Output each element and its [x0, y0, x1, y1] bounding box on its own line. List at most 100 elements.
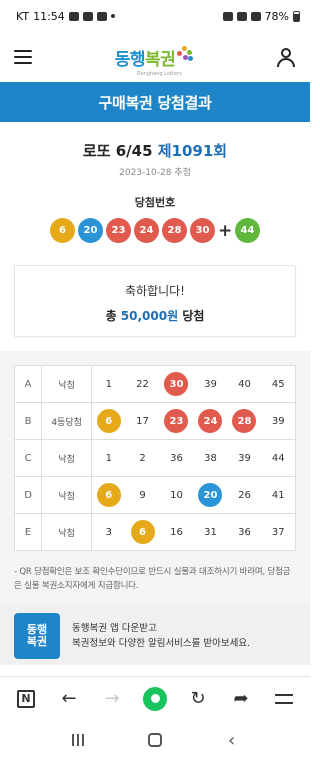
- ticket-row-a: A 낙첨 1 22 30 39 40 45: [13, 365, 297, 403]
- wifi-icon: [236, 11, 247, 21]
- bonus-ball: 44: [235, 218, 260, 243]
- winning-ball: 24: [134, 218, 159, 243]
- ticket-number-cell: 45: [261, 365, 297, 403]
- promo-text: 동행복권 앱 다운받고 복권정보와 다양한 알림서비스를 받아보세요.: [72, 621, 250, 651]
- menu-icon[interactable]: [14, 50, 32, 64]
- reload-button[interactable]: ↻: [184, 685, 212, 713]
- ticket-number: 44: [271, 452, 285, 464]
- forward-arrow-icon: →: [104, 688, 120, 709]
- naver-home-button[interactable]: N: [12, 685, 40, 713]
- logo[interactable]: 동행복권 Donghang Lottery: [115, 45, 194, 77]
- green-dot-button[interactable]: [141, 685, 169, 713]
- ticket-number: 38: [204, 452, 217, 464]
- ticket-id: D: [13, 476, 43, 514]
- ticket-number: 31: [204, 526, 217, 538]
- ticket-number-cell: 44: [261, 439, 297, 477]
- ticket-number-cell: 38: [193, 439, 228, 477]
- recent-apps-icon: [72, 734, 85, 746]
- ticket-row-d: D 낙첨 6 9 10 20 26 41: [13, 476, 297, 514]
- matched-number: 24: [198, 409, 223, 433]
- share-icon: ➦: [233, 688, 249, 709]
- carrier-label: KT: [16, 9, 30, 23]
- green-dot-icon: [143, 686, 167, 711]
- ticket-id: B: [13, 402, 43, 440]
- winning-ball: 20: [78, 218, 103, 243]
- ticket-results-section: A 낙첨 1 22 30 39 40 45 B 4등당첨 6 17 23 24 28 39 C 낙첨 1 2 36 38 3…: [0, 351, 310, 605]
- back-button[interactable]: ←: [55, 685, 83, 713]
- battery-percent: 78%: [264, 9, 289, 23]
- ticket-number-cell: 36: [227, 513, 262, 551]
- home-button[interactable]: [143, 728, 167, 752]
- matched-number: 6: [96, 483, 121, 507]
- logo-subtitle: Donghang Lottery: [136, 70, 182, 77]
- promo-line-1: 동행복권 앱 다운받고: [72, 622, 157, 634]
- share-button[interactable]: ➦: [227, 685, 255, 713]
- home-icon: [147, 733, 162, 747]
- app-download-promo[interactable]: 동행 복권 동행복권 앱 다운받고 복권정보와 다양한 알림서비스를 받아보세요.: [0, 605, 310, 665]
- prize-prefix: 총: [105, 309, 117, 323]
- ticket-number-cell: 6: [91, 402, 126, 440]
- ticket-number: 16: [170, 526, 183, 538]
- ticket-id: A: [13, 365, 43, 403]
- logo-burst-icon: [177, 45, 194, 62]
- forward-button[interactable]: →: [98, 685, 126, 713]
- matched-number: 6: [130, 520, 155, 544]
- winning-ball: 28: [162, 218, 187, 243]
- ticket-status: 낙첨: [41, 513, 93, 551]
- ticket-number-cell: 17: [125, 402, 160, 440]
- browser-menu-button[interactable]: [270, 685, 298, 713]
- matched-number: 6: [96, 409, 121, 433]
- ticket-number: 26: [238, 489, 251, 501]
- ticket-row-b: B 4등당첨 6 17 23 24 28 39: [13, 402, 297, 440]
- winning-ball: 30: [190, 218, 215, 243]
- ticket-number-cell: 39: [227, 439, 262, 477]
- link-icon: [68, 11, 79, 21]
- congrats-text: 축하합니다!: [124, 284, 185, 298]
- system-navigation-bar: ‹: [0, 720, 310, 760]
- matched-number: 23: [164, 409, 189, 433]
- ticket-number: 39: [204, 378, 217, 390]
- round-title: 로또 6/45 제1091회: [0, 140, 310, 161]
- app-tile-line2: 복권: [26, 634, 48, 648]
- ticket-number-cell: 3: [91, 513, 126, 551]
- ticket-number: 37: [271, 526, 285, 538]
- matched-number: 28: [232, 409, 257, 433]
- draw-info: 로또 6/45 제1091회 2023-10-28 추첨 당첨번호 6 20 2…: [0, 122, 310, 243]
- ticket-number-cell: 39: [193, 365, 228, 403]
- ticket-id: C: [13, 439, 43, 477]
- ticket-number: 10: [170, 489, 183, 501]
- logo-text-b: 복권: [145, 49, 176, 70]
- browser-toolbar: N ← → ↻ ➦: [0, 676, 310, 720]
- signal-icon: [250, 11, 261, 21]
- ticket-number: 40: [238, 378, 251, 390]
- ticket-number: 3: [105, 526, 112, 538]
- prize-suffix: 당첨: [182, 309, 205, 323]
- winning-ball: 6: [50, 218, 75, 243]
- ticket-number: 17: [136, 415, 149, 427]
- system-back-icon: ‹: [228, 729, 236, 751]
- ticket-number-cell: 10: [159, 476, 194, 514]
- ticket-number-cell: 20: [193, 476, 228, 514]
- ticket-number-cell: 6: [91, 476, 126, 514]
- ticket-number-cell: 23: [159, 402, 194, 440]
- ticket-number: 36: [170, 452, 183, 464]
- recent-apps-button[interactable]: [66, 728, 90, 752]
- winning-numbers-label: 당첨번호: [134, 196, 176, 209]
- page-title: 구매복권 당첨결과: [98, 93, 212, 112]
- ticket-id: E: [13, 513, 43, 551]
- ticket-number: 45: [271, 378, 285, 390]
- menu-lines-icon: [275, 693, 293, 704]
- more-notifications-icon: [110, 14, 115, 18]
- ticket-number: 39: [271, 415, 285, 427]
- matched-number: 30: [164, 372, 189, 396]
- round-number: 제1091회: [157, 142, 228, 160]
- ticket-number: 22: [136, 378, 149, 390]
- ticket-number: 36: [238, 526, 251, 538]
- ticket-number: 1: [105, 378, 112, 390]
- user-icon[interactable]: [276, 47, 296, 67]
- system-back-button[interactable]: ‹: [220, 728, 244, 752]
- ticket-number-cell: 41: [261, 476, 297, 514]
- winning-numbers: 6 20 23 24 28 30 + 44: [0, 218, 310, 243]
- ticket-results-table: A 낙첨 1 22 30 39 40 45 B 4등당첨 6 17 23 24 28 39 C 낙첨 1 2 36 38 3…: [13, 365, 297, 551]
- ticket-row-c: C 낙첨 1 2 36 38 39 44: [13, 439, 297, 477]
